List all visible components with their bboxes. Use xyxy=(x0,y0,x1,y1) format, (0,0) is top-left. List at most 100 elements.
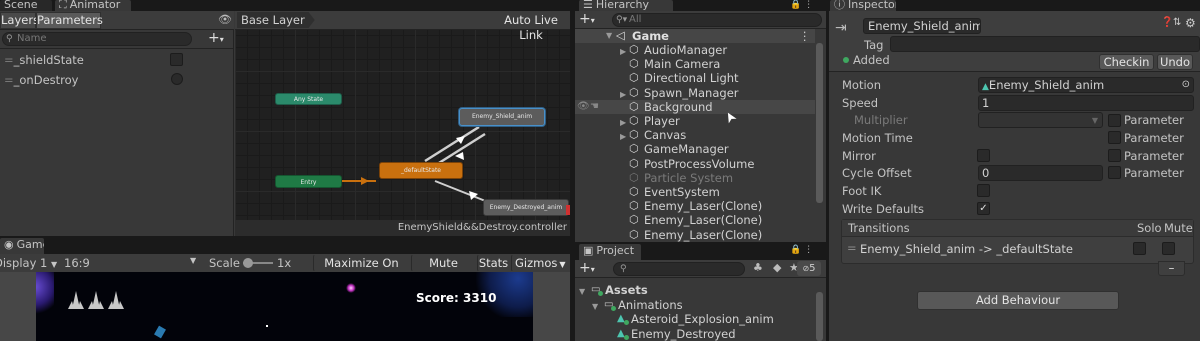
project-tree-item[interactable]: ▼ ▭ Assets xyxy=(575,283,815,297)
mirror-checkbox[interactable] xyxy=(977,149,990,162)
parameter-trigger-radio[interactable] xyxy=(171,73,183,85)
game-icon: ◉ xyxy=(4,238,14,251)
scene-root-row[interactable]: ▼ ◁ Game ⋮ xyxy=(575,28,815,43)
hidden-packages-toggle[interactable]: ⊘5 xyxy=(797,261,821,276)
visibility-icon[interactable]: 👁 xyxy=(577,100,590,114)
parameter-bool-checkbox[interactable] xyxy=(170,53,183,66)
hierarchy-item[interactable]: ⬡ Enemy_Laser(Clone) xyxy=(575,199,815,213)
project-tree-item[interactable]: ▲ Asteroid_Explosion_anim xyxy=(575,312,815,326)
cycle-offset-parameter-checkbox[interactable] xyxy=(1108,166,1121,179)
hierarchy-tab-lock-icon[interactable]: 🔒 ⋮ xyxy=(790,0,813,10)
display-dropdown[interactable]: Display 1 ▼ xyxy=(0,256,57,270)
layers-tab[interactable]: Layers xyxy=(0,12,39,29)
motion-field[interactable]: ▲Enemy_Shield_anim ⊙ xyxy=(978,77,1194,93)
aspect-dropdown[interactable]: 16:9 ▼ xyxy=(64,256,204,270)
add-parameter-button[interactable]: +▾ xyxy=(208,30,224,46)
hierarchy-search-placeholder: All xyxy=(629,14,642,25)
hierarchy-item[interactable]: 👁 ☚ ⬡ Background xyxy=(575,99,815,114)
object-name-field[interactable]: Enemy_Shield_anim xyxy=(863,18,981,34)
shield-anim-node[interactable]: Enemy_Shield_anim xyxy=(459,108,545,126)
hierarchy-search-input[interactable]: ⚲▾ All xyxy=(612,13,822,27)
parameter-row[interactable]: =_onDestroy xyxy=(4,73,78,87)
project-search-input[interactable]: ⚲ xyxy=(613,262,745,276)
parameter-row[interactable]: =_shieldState xyxy=(4,53,84,67)
foot-ik-checkbox[interactable] xyxy=(977,184,990,197)
project-tab-label: Project xyxy=(596,244,635,257)
transition-mute-checkbox[interactable] xyxy=(1162,242,1175,255)
animator-graph[interactable]: Base Layer Auto Live Link Any State Entr… xyxy=(235,11,570,236)
tag-field[interactable] xyxy=(890,36,1200,52)
cycle-offset-field[interactable]: 0 xyxy=(978,165,1103,181)
hierarchy-item[interactable]: ⬡ GameManager xyxy=(575,142,815,156)
filter-label-icon[interactable]: ◆ xyxy=(773,261,781,274)
tab-hierarchy[interactable]: ☰ Hierarchy xyxy=(579,0,673,11)
hierarchy-tab-label: Hierarchy xyxy=(595,0,650,11)
hierarchy-item[interactable]: ▶ ⬡ Spawn_Manager xyxy=(575,86,815,100)
settings-gear-icon[interactable]: ⚙ xyxy=(1185,16,1196,30)
gameobject-cube-icon: ⬡ xyxy=(629,114,639,127)
speed-label: Speed xyxy=(842,96,878,110)
hierarchy-item[interactable]: ⬡ PostProcessVolume xyxy=(575,157,815,171)
multiplier-dropdown[interactable]: ▼ xyxy=(978,112,1103,128)
motion-value: Enemy_Shield_anim xyxy=(988,78,1105,92)
hierarchy-item[interactable]: ⬡ Enemy_Laser(Clone) xyxy=(575,213,815,227)
game-viewport[interactable]: Score: 3310 xyxy=(36,272,533,341)
filter-type-icon[interactable]: ♣ xyxy=(753,261,763,274)
mute-audio-button[interactable]: Mute Audio xyxy=(411,254,476,286)
parameters-tab[interactable]: Parameters xyxy=(36,12,103,29)
preset-icon[interactable]: ⇅ xyxy=(1173,17,1181,28)
project-tab-lock-icon[interactable]: 🔒 ⋮ xyxy=(790,245,813,255)
add-behaviour-button[interactable]: Add Behaviour xyxy=(917,291,1119,310)
maximize-on-play-button[interactable]: Maximize On Play xyxy=(313,254,410,286)
any-state-node[interactable]: Any State xyxy=(275,93,342,105)
foot-ik-label-text: Foot IK xyxy=(842,184,882,198)
tab-inspector[interactable]: ⓘ Inspector xyxy=(830,0,896,11)
checkin-button[interactable]: Checkin xyxy=(1099,54,1154,70)
solo-column-label: Solo xyxy=(1137,221,1162,235)
object-picker-icon[interactable]: ⊙ xyxy=(1182,78,1190,92)
vcs-status-dot xyxy=(843,57,849,63)
destroyed-anim-node[interactable]: Enemy_Destroyed_anim xyxy=(483,199,569,216)
scale-slider-thumb[interactable] xyxy=(243,258,253,268)
motion-time-parameter-checkbox[interactable] xyxy=(1108,131,1121,144)
undo-button[interactable]: Undo xyxy=(1157,54,1193,70)
hierarchy-item[interactable]: ▶ ⬡ Player xyxy=(575,114,815,128)
project-scrollbar[interactable] xyxy=(816,292,823,341)
hierarchy-item[interactable]: ⬡ Particle System xyxy=(575,171,815,185)
project-tree-item[interactable]: ▲ Enemy_Destroyed xyxy=(575,327,815,341)
write-defaults-label-text: Write Defaults xyxy=(842,202,925,216)
help-icon[interactable]: ❓ xyxy=(1161,17,1173,28)
transition-solo-checkbox[interactable] xyxy=(1133,242,1146,255)
gizmos-dropdown[interactable]: Gizmos ▼ xyxy=(511,254,570,272)
eye-icon[interactable]: 👁 xyxy=(218,13,232,26)
remove-transition-button[interactable]: – xyxy=(1158,261,1185,276)
multiplier-parameter-checkbox[interactable] xyxy=(1108,114,1121,127)
project-tree-item[interactable]: ▼ ▭ Animations xyxy=(575,298,815,312)
hierarchy-item[interactable]: ⬡ EventSystem xyxy=(575,185,815,199)
tab-animator[interactable]: ⛶ Animator xyxy=(55,0,131,11)
pickable-icon[interactable]: ☚ xyxy=(590,100,599,114)
checkin-label: Checkin xyxy=(1103,55,1150,69)
hierarchy-item[interactable]: ⬡ Enemy_Laser(Clone) xyxy=(575,228,815,242)
speed-field[interactable]: 1 xyxy=(978,95,1194,111)
hierarchy-item[interactable]: ⬡ Main Camera xyxy=(575,57,815,71)
hierarchy-item[interactable]: ▶ ⬡ AudioManager xyxy=(575,43,815,57)
tab-game[interactable]: ◉Game xyxy=(0,238,44,254)
mirror-parameter-checkbox[interactable] xyxy=(1108,149,1121,162)
display-label: Display 1 xyxy=(0,256,48,270)
entry-node[interactable]: Entry xyxy=(275,175,342,188)
create-button[interactable]: +▾ xyxy=(579,11,595,27)
project-create-button[interactable]: +▾ xyxy=(579,260,595,276)
stats-button[interactable]: Stats xyxy=(477,254,510,272)
game-tab-label: Game xyxy=(16,238,44,251)
tab-project[interactable]: ▣ Project xyxy=(579,244,641,260)
hierarchy-scrollbar[interactable] xyxy=(816,43,823,203)
tab-scene[interactable]: Scene xyxy=(0,0,52,11)
any-state-label: Any State xyxy=(293,96,324,103)
parameter-search-input[interactable]: ⚲ Name xyxy=(2,32,192,46)
hierarchy-item[interactable]: ⬡ Directional Light xyxy=(575,71,815,85)
write-defaults-checkbox[interactable]: ✓ xyxy=(977,202,990,215)
hierarchy-item[interactable]: ▶ ⬡ Canvas xyxy=(575,128,815,142)
scene-menu-icon[interactable]: ⋮ xyxy=(799,29,811,43)
default-state-node[interactable]: _defaultState xyxy=(379,162,463,179)
